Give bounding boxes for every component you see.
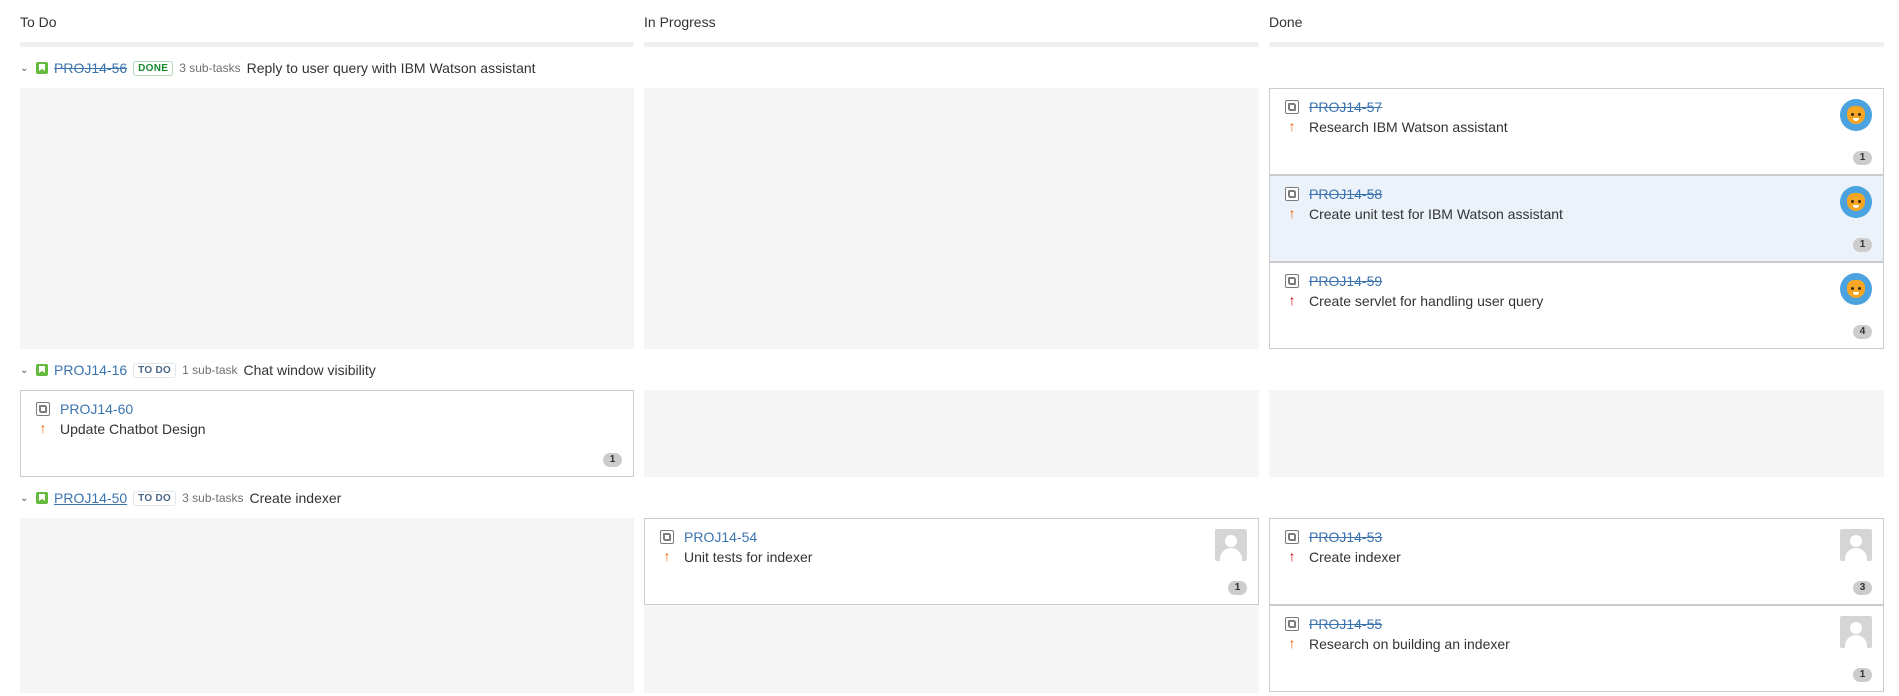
column-title: Done [1269,14,1303,30]
chevron-down-icon[interactable]: ⌄ [20,365,34,376]
priority-highest-icon: ↑ [1288,292,1296,308]
parent-issue-summary: Chat window visibility [243,362,376,378]
column-header-todo: To Do [20,0,634,48]
priority-high-icon: ↑ [1288,635,1296,651]
estimate-badge: 1 [1228,581,1247,595]
story-icon [36,364,48,376]
issue-card[interactable]: PROJ14-55 ↑ Research on building an inde… [1269,605,1884,692]
parent-issue-key[interactable]: PROJ14-50 [54,490,127,506]
subtask-count: 1 sub-task [182,363,238,377]
column-title: In Progress [644,14,716,30]
avatar[interactable] [1215,529,1247,561]
avatar[interactable] [1840,273,1872,305]
issue-summary: Update Chatbot Design [60,421,206,437]
issue-card[interactable]: PROJ14-59 ↑ Create servlet for handling … [1269,262,1884,349]
issue-key[interactable]: PROJ14-53 [1309,529,1382,545]
parent-issue-summary: Reply to user query with IBM Watson assi… [246,60,536,76]
priority-highest-icon: ↑ [1288,548,1296,564]
column-header-done: Done [1269,0,1884,48]
column-divider [20,42,634,47]
subtask-icon [1285,187,1299,201]
parent-issue-key[interactable]: PROJ14-56 [54,60,127,76]
story-icon [36,492,48,504]
avatar[interactable] [1840,616,1872,648]
subtask-icon [660,530,674,544]
board-cell-empty [644,605,1259,693]
issue-key[interactable]: PROJ14-55 [1309,616,1382,632]
subtask-icon [1285,530,1299,544]
priority-high-icon: ↑ [663,548,671,564]
estimate-badge: 4 [1853,325,1872,339]
column-header-in-progress: In Progress [644,0,1259,48]
issue-key[interactable]: PROJ14-59 [1309,273,1382,289]
estimate-badge: 1 [1853,238,1872,252]
issue-card[interactable]: PROJ14-60 ↑ Update Chatbot Design 1 [20,390,634,477]
estimate-badge: 1 [603,453,622,467]
avatar[interactable] [1840,99,1872,131]
board-cell-empty [20,518,634,693]
board-cell-empty [644,88,1259,349]
issue-key[interactable]: PROJ14-58 [1309,186,1382,202]
issue-card[interactable]: PROJ14-57 ↑ Research IBM Watson assistan… [1269,88,1884,175]
priority-high-icon: ↑ [39,420,47,436]
issue-summary: Create unit test for IBM Watson assistan… [1309,206,1563,222]
chevron-down-icon[interactable]: ⌄ [20,493,34,504]
status-badge: DONE [133,60,174,76]
status-badge: TO DO [133,490,177,506]
estimate-badge: 1 [1853,668,1872,682]
parent-issue-key[interactable]: PROJ14-16 [54,362,127,378]
avatar[interactable] [1840,186,1872,218]
issue-key[interactable]: PROJ14-60 [60,401,133,417]
swimlane-header[interactable]: ⌄ PROJ14-50 TO DO 3 sub-tasks Create ind… [20,486,341,510]
subtask-icon [1285,100,1299,114]
issue-card[interactable]: PROJ14-58 ↑ Create unit test for IBM Wat… [1269,175,1884,262]
issue-summary: Research IBM Watson assistant [1309,119,1508,135]
issue-summary: Research on building an indexer [1309,636,1510,652]
issue-key[interactable]: PROJ14-57 [1309,99,1382,115]
avatar[interactable] [1840,529,1872,561]
swimlane-header[interactable]: ⌄ PROJ14-16 TO DO 1 sub-task Chat window… [20,358,376,382]
estimate-badge: 1 [1853,151,1872,165]
estimate-badge: 3 [1853,581,1872,595]
column-title: To Do [20,14,57,30]
issue-summary: Create indexer [1309,549,1401,565]
subtask-icon [1285,274,1299,288]
issue-key[interactable]: PROJ14-54 [684,529,757,545]
chevron-down-icon[interactable]: ⌄ [20,63,34,74]
issue-summary: Unit tests for indexer [684,549,813,565]
subtask-count: 3 sub-tasks [182,491,244,505]
issue-card[interactable]: PROJ14-54 ↑ Unit tests for indexer 1 [644,518,1259,605]
status-badge: TO DO [133,362,177,378]
priority-high-icon: ↑ [1288,205,1296,221]
board-cell-empty [1269,390,1884,477]
priority-high-icon: ↑ [1288,118,1296,134]
board-cell-empty [644,390,1259,477]
story-icon [36,62,48,74]
issue-summary: Create servlet for handling user query [1309,293,1544,309]
parent-issue-summary: Create indexer [249,490,342,506]
board-cell-empty [20,88,634,349]
swimlane-header[interactable]: ⌄ PROJ14-56 DONE 3 sub-tasks Reply to us… [20,56,536,80]
column-divider [1269,42,1884,47]
issue-card[interactable]: PROJ14-53 ↑ Create indexer 3 [1269,518,1884,605]
column-divider [644,42,1259,47]
subtask-icon [1285,617,1299,631]
subtask-icon [36,402,50,416]
subtask-count: 3 sub-tasks [179,61,241,75]
